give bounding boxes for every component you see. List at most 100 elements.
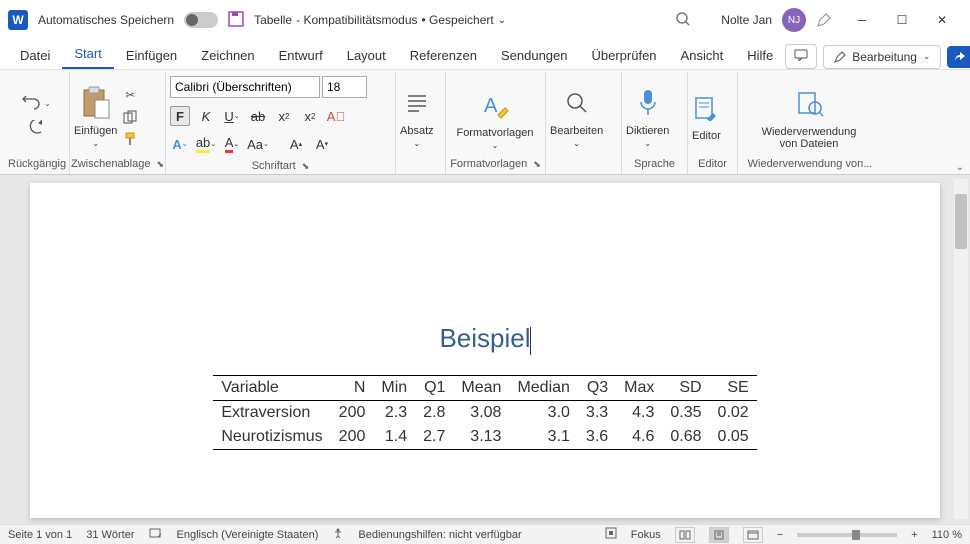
underline-button[interactable]: U⌄ <box>222 106 242 126</box>
font-dialog-launcher[interactable]: ⬊ <box>302 161 310 172</box>
save-icon[interactable] <box>228 11 244 30</box>
tab-start[interactable]: Start <box>62 40 113 69</box>
svg-text:A: A <box>484 95 498 117</box>
zoom-in-button[interactable]: + <box>911 529 917 541</box>
print-view-button[interactable] <box>709 527 729 543</box>
zoom-level[interactable]: 110 % <box>932 529 962 541</box>
titlebar: W Automatisches Speichern Tabelle - Komp… <box>0 0 970 40</box>
tab-ueberpruefen[interactable]: Überprüfen <box>580 42 669 69</box>
styles-button[interactable]: A Formatvorlagen ⌄ <box>450 81 540 150</box>
maximize-button[interactable]: ☐ <box>882 5 922 35</box>
dictate-button[interactable]: Diktieren ⌄ <box>626 83 669 148</box>
group-speech-label: Sprache <box>626 156 683 172</box>
edit-mode-button[interactable]: Bearbeitung ⌄ <box>823 45 941 69</box>
reuse-files-button[interactable]: Wiederverwendung von Dateien <box>742 80 876 150</box>
bold-button[interactable]: F <box>170 106 190 126</box>
page[interactable]: Beispiel VariableNMinQ1MeanMedianQ3MaxSD… <box>30 183 940 518</box>
paste-label: Einfügen <box>74 125 117 137</box>
ribbon: ⌄ Rückgängig Einfügen ⌄ ✂ Zwischenablage… <box>0 70 970 175</box>
shrink-font-button[interactable]: A▾ <box>312 134 332 154</box>
word-app-icon: W <box>8 10 28 30</box>
focus-icon[interactable] <box>605 527 617 542</box>
format-painter-button[interactable] <box>121 130 139 148</box>
doc-name: Tabelle <box>254 13 292 27</box>
spellcheck-icon[interactable] <box>149 527 163 542</box>
clear-format-button[interactable]: A⃠ <box>326 106 346 126</box>
tab-datei[interactable]: Datei <box>8 42 62 69</box>
tab-ansicht[interactable]: Ansicht <box>669 42 736 69</box>
clipboard-dialog-launcher[interactable]: ⬊ <box>156 159 164 170</box>
search-icon[interactable] <box>675 11 691 30</box>
dictate-label: Diktieren <box>626 125 669 137</box>
accessibility-icon[interactable] <box>332 527 344 542</box>
comments-button[interactable] <box>785 44 817 69</box>
redo-button[interactable] <box>28 118 46 136</box>
editor-button[interactable]: Editor <box>692 88 721 142</box>
group-styles-label: Formatvorlagen <box>450 156 527 172</box>
copy-button[interactable] <box>121 108 139 126</box>
table-header-row: VariableNMinQ1MeanMedianQ3MaxSDSE <box>213 375 756 400</box>
tab-zeichnen[interactable]: Zeichnen <box>189 42 266 69</box>
superscript-button[interactable]: x2 <box>300 106 320 126</box>
text-cursor <box>530 327 531 355</box>
scroll-thumb[interactable] <box>955 194 967 249</box>
chevron-down-icon: ⌄ <box>498 15 506 26</box>
text-effects-button[interactable]: A⌄ <box>170 134 190 154</box>
group-editing-label <box>550 156 617 172</box>
pen-icon[interactable] <box>816 12 832 28</box>
strike-button[interactable]: ab <box>248 106 268 126</box>
group-font-label: Schriftart <box>252 158 296 174</box>
group-undo-label: Rückgängig <box>8 156 65 172</box>
word-count[interactable]: 31 Wörter <box>86 529 134 541</box>
collapse-ribbon-button[interactable]: ⌄ <box>956 162 964 173</box>
tab-einfuegen[interactable]: Einfügen <box>114 42 189 69</box>
table-row: Extraversion2002.32.83.083.03.34.30.350.… <box>213 400 756 425</box>
change-case-button[interactable]: Aa⌄ <box>248 134 268 154</box>
document-title[interactable]: Tabelle - Kompatibilitätsmodus • Gespeic… <box>254 13 506 27</box>
font-color-button[interactable]: A⌄ <box>222 134 242 154</box>
ribbon-tabs: Datei Start Einfügen Zeichnen Entwurf La… <box>0 40 970 70</box>
vertical-scrollbar[interactable] <box>954 179 968 519</box>
styles-dialog-launcher[interactable]: ⬊ <box>533 159 541 170</box>
grow-font-button[interactable]: A▴ <box>286 134 306 154</box>
undo-button[interactable]: ⌄ <box>22 94 51 112</box>
group-paragraph-label <box>400 156 441 172</box>
font-size-input[interactable] <box>322 76 367 98</box>
autosave-label: Automatisches Speichern <box>38 13 174 27</box>
page-indicator[interactable]: Seite 1 von 1 <box>8 529 72 541</box>
share-button[interactable]: ⌄ <box>947 46 970 68</box>
avatar[interactable]: NJ <box>782 8 806 32</box>
tab-sendungen[interactable]: Sendungen <box>489 42 580 69</box>
zoom-out-button[interactable]: − <box>777 529 783 541</box>
subscript-button[interactable]: x2 <box>274 106 294 126</box>
tab-layout[interactable]: Layout <box>335 42 398 69</box>
web-view-button[interactable] <box>743 527 763 543</box>
editing-button[interactable]: Bearbeiten ⌄ <box>550 83 603 148</box>
statusbar: Seite 1 von 1 31 Wörter Englisch (Verein… <box>0 524 970 544</box>
cut-button[interactable]: ✂ <box>121 86 139 104</box>
focus-label[interactable]: Fokus <box>631 529 661 541</box>
minimize-button[interactable]: ─ <box>842 5 882 35</box>
highlight-button[interactable]: ab⌄ <box>196 134 216 154</box>
editing-label: Bearbeiten <box>550 125 603 137</box>
accessibility-label[interactable]: Bedienungshilfen: nicht verfügbar <box>358 529 521 541</box>
language-indicator[interactable]: Englisch (Vereinigte Staaten) <box>177 529 319 541</box>
edit-mode-label: Bearbeitung <box>852 50 917 64</box>
data-table: VariableNMinQ1MeanMedianQ3MaxSDSE Extrav… <box>213 375 756 450</box>
paragraph-button[interactable]: Absatz ⌄ <box>400 83 434 148</box>
user-name: Nolte Jan <box>721 13 772 27</box>
autosave-toggle[interactable] <box>184 12 218 28</box>
reuse-label: Wiederverwendung von Dateien <box>762 126 857 150</box>
font-name-input[interactable] <box>170 76 320 98</box>
close-button[interactable]: ✕ <box>922 5 962 35</box>
zoom-slider[interactable] <box>797 533 897 537</box>
chevron-down-icon: ⌄ <box>923 51 931 62</box>
tab-hilfe[interactable]: Hilfe <box>735 42 785 69</box>
tab-referenzen[interactable]: Referenzen <box>398 42 489 69</box>
paste-button[interactable]: Einfügen ⌄ <box>74 83 117 148</box>
tab-entwurf[interactable]: Entwurf <box>267 42 335 69</box>
document-heading: Beispiel <box>130 323 840 355</box>
italic-button[interactable]: K <box>196 106 216 126</box>
read-view-button[interactable] <box>675 527 695 543</box>
styles-label: Formatvorlagen <box>456 127 533 139</box>
